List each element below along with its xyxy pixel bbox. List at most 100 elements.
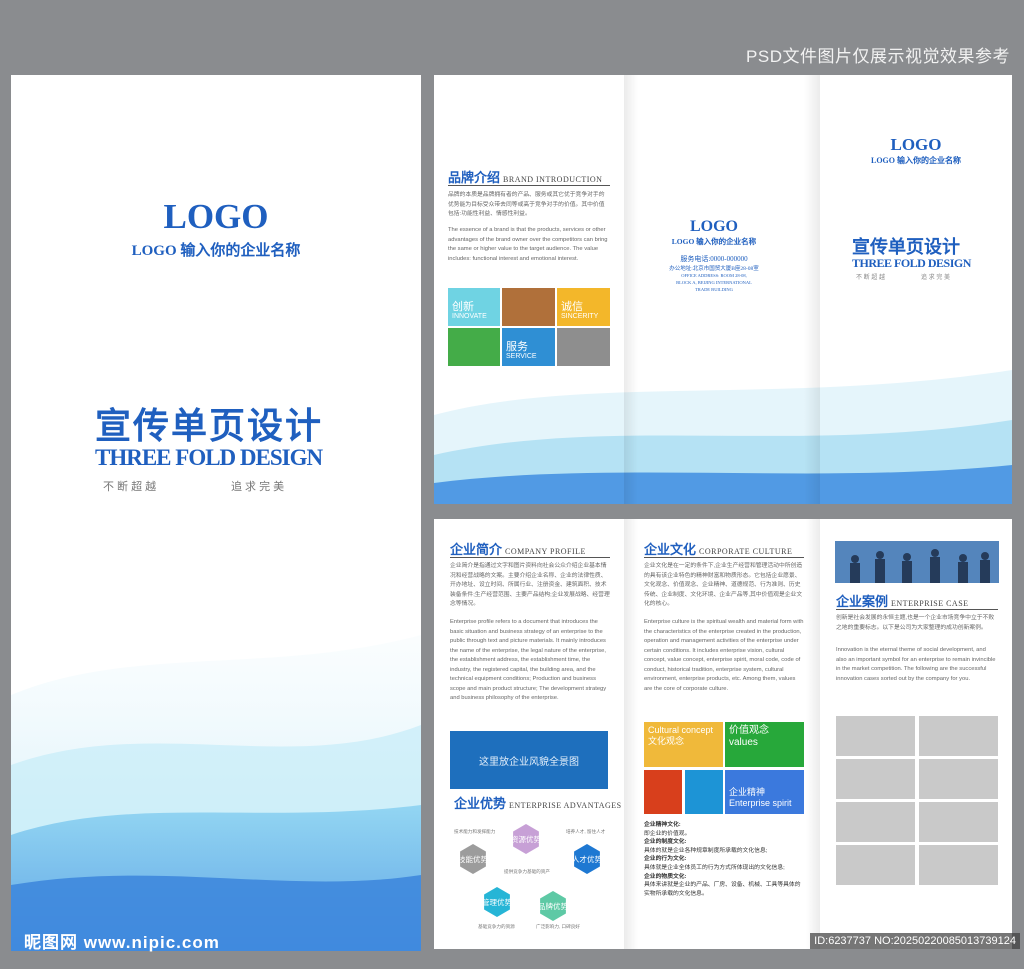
brand-text-en: The essence of a brand is that the produ…: [448, 227, 608, 262]
front-company: LOGO 输入你的企业名称: [870, 156, 961, 165]
front-slogan-a: 不 断 超 越: [856, 275, 886, 281]
culture-divider: [644, 557, 804, 558]
culture-tile-red: [644, 770, 682, 814]
culture-list-h4: 企业的物质文化:: [644, 873, 687, 880]
case-image-6: [919, 802, 998, 842]
profile-text-en: Enterprise profile refers to a document …: [450, 619, 607, 701]
culture-text-cn: 企业文化是在一定的条件下,企业生产经营和管理活动中所创造的具有该企业特色的精神财…: [644, 563, 803, 607]
cover-slogan-a: 不 断 超 越: [103, 481, 157, 493]
brand-title-cn: 品牌介绍: [448, 170, 501, 185]
advantages-title-en: ENTERPRISE ADVANTAGES: [509, 801, 622, 810]
cover-panel: LOGO LOGO 输入你的企业名称 宣传单页设计 THREE FOLD DES…: [11, 75, 421, 951]
id-watermark: ID:6237737 NO:20250220085013739124: [810, 933, 1020, 949]
culture-tile-values-a: 价值观念: [729, 725, 769, 736]
back-address-en-1: OFFICE ADDRESS: ROOM 28-08,: [681, 273, 747, 278]
tile-brown: [502, 288, 555, 326]
brand-text-cn: 品牌的本质是品牌拥有者的产品、服务或其它优于竞争对手的优势能为目标受众带去同等或…: [448, 192, 605, 217]
tile-innovate: 创新 INNOVATE: [448, 288, 500, 326]
front-slogan-b: 追 求 完 美: [921, 275, 951, 281]
tile-service-en: SERVICE: [506, 353, 537, 360]
back-address-en-3: TRADE BUILDING: [695, 287, 733, 292]
culture-tile-concept-a: Cultural concept: [648, 725, 714, 735]
culture-title-en: CORPORATE CULTURE: [699, 547, 793, 556]
culture-list-t3: 具体就是企业全体员工的行为方式所体现出的文化信息;: [644, 864, 785, 871]
cover-title-cn: 宣传单页设计: [95, 406, 324, 446]
cases-divider: [836, 609, 998, 610]
culture-tile-concept-b: 文化观念: [648, 736, 685, 746]
tile-sincerity-cn: 诚信: [561, 301, 583, 313]
case-image-8: [919, 845, 998, 885]
front-title-en: THREE FOLD DESIGN: [852, 256, 971, 270]
adv-note-2: 培养人才, 留住人才: [566, 829, 606, 834]
outside-spread: 品牌介绍 BRAND INTRODUCTION 品牌的本质是品牌拥有者的产品、服务…: [434, 75, 1012, 504]
advantages-title: 企业优势 ENTERPRISE ADVANTAGES: [454, 793, 622, 812]
fold-shadow-2: [804, 75, 820, 504]
profile-title-en: COMPANY PROFILE: [505, 547, 586, 556]
case-image-4: [919, 759, 998, 799]
culture-title-cn: 企业文化: [644, 542, 697, 557]
culture-tile-values: 价值观念 values: [725, 722, 804, 767]
case-image-1: [836, 716, 915, 756]
cover-slogan-b: 追 求 完 美: [231, 481, 285, 493]
culture-list-h3: 企业的行为文化:: [644, 856, 687, 863]
inside-fold-1: [624, 519, 638, 949]
culture-tile-blue: [685, 770, 723, 814]
hex-management: 管理优势: [484, 887, 510, 917]
culture-tile-spirit: 企业精神 Enterprise spirit: [725, 770, 804, 814]
cover-wave: [11, 635, 421, 951]
profile-text-cn: 企业简介是指通过文字和图片资料向社会公众介绍企业基本情况和经营战略的文案。主要介…: [450, 563, 610, 607]
culture-list-h1: 企业精神文化:: [644, 822, 681, 828]
profile-banner: 这里放企业风貌全景图: [450, 731, 608, 789]
culture-list-t4: 具体来讲就是企业的产品、厂房、设备、机械、工具等具体的实物所承载的文化信息。: [644, 882, 801, 897]
cover-company: LOGO 输入你的企业名称: [131, 243, 301, 259]
cases-photo: [835, 541, 999, 583]
adv-note-5: 广泛影响力, 口碑良好: [536, 924, 580, 929]
preview-caption: PSD文件图片仅展示视觉效果参考: [746, 47, 1010, 66]
culture-list-t2: 具体的就是企业各种规章制度所承载的文化信息;: [644, 847, 768, 854]
hex-skill: 技能优势: [460, 844, 486, 874]
hex-talent: 人才优势: [574, 844, 600, 874]
hex-resource: 资源优势: [513, 824, 539, 854]
front-logo: LOGO: [890, 135, 942, 154]
culture-tile-values-b: values: [729, 737, 758, 748]
hex-brand: 品牌优势: [540, 891, 566, 921]
adv-note-3: 提供竞争力基础的资产: [504, 869, 550, 874]
cover-title-en: THREE FOLD DESIGN: [95, 445, 323, 470]
profile-divider: [450, 557, 610, 558]
brand-title: 品牌介绍 BRAND INTRODUCTION: [448, 167, 602, 186]
culture-list-t1: 即企业的价值观。: [644, 830, 691, 837]
inside-fold-2: [806, 519, 820, 949]
culture-list: 企业精神文化: 即企业的价值观。 企业的制度文化: 具体的就是企业各种规章制度所…: [644, 821, 806, 898]
cases-text-en: Innovation is the eternal theme of socia…: [836, 647, 996, 682]
culture-tile-spirit-b: Enterprise spirit: [729, 798, 792, 808]
cover-logo: LOGO: [163, 197, 269, 236]
brand-divider: [448, 185, 610, 186]
advantages-title-cn: 企业优势: [454, 796, 507, 811]
back-phone: 服务电话:0000-000000: [680, 255, 748, 263]
cases-title-en: ENTERPRISE CASE: [891, 599, 969, 608]
tile-innovate-cn: 创新: [452, 301, 474, 313]
tile-sincerity-en: SINCERITY: [561, 313, 599, 320]
case-image-2: [919, 716, 998, 756]
case-image-3: [836, 759, 915, 799]
adv-note-4: 基础竞争力的资源: [478, 924, 515, 929]
culture-list-h2: 企业的制度文化:: [644, 839, 687, 846]
tile-service-cn: 服务: [506, 341, 528, 353]
tile-green: [448, 328, 500, 366]
tile-innovate-en: INNOVATE: [452, 313, 487, 320]
back-address: 办公地址:北京市国贸大厦B座28-08室: [669, 266, 759, 272]
adv-note-1: 技术能力和发挥能力: [454, 829, 496, 834]
culture-title: 企业文化 CORPORATE CULTURE: [644, 539, 792, 558]
cases-text-cn: 创新是社会发展的永恒主题,也是一个企业市场竞争中立于不败之地的重要标志。以下是公…: [836, 615, 995, 631]
tile-service: 服务 SERVICE: [502, 328, 555, 366]
outside-wave: [434, 370, 1012, 504]
cases-title: 企业案例 ENTERPRISE CASE: [836, 591, 969, 610]
tile-gray: [557, 328, 610, 366]
site-watermark: 昵图网 www.nipic.com: [24, 933, 220, 952]
brand-title-en: BRAND INTRODUCTION: [503, 175, 603, 184]
cases-title-cn: 企业案例: [836, 594, 889, 609]
profile-title: 企业简介 COMPANY PROFILE: [450, 539, 586, 558]
case-image-7: [836, 845, 915, 885]
case-image-5: [836, 802, 915, 842]
tile-sincerity: 诚信 SINCERITY: [557, 288, 610, 326]
